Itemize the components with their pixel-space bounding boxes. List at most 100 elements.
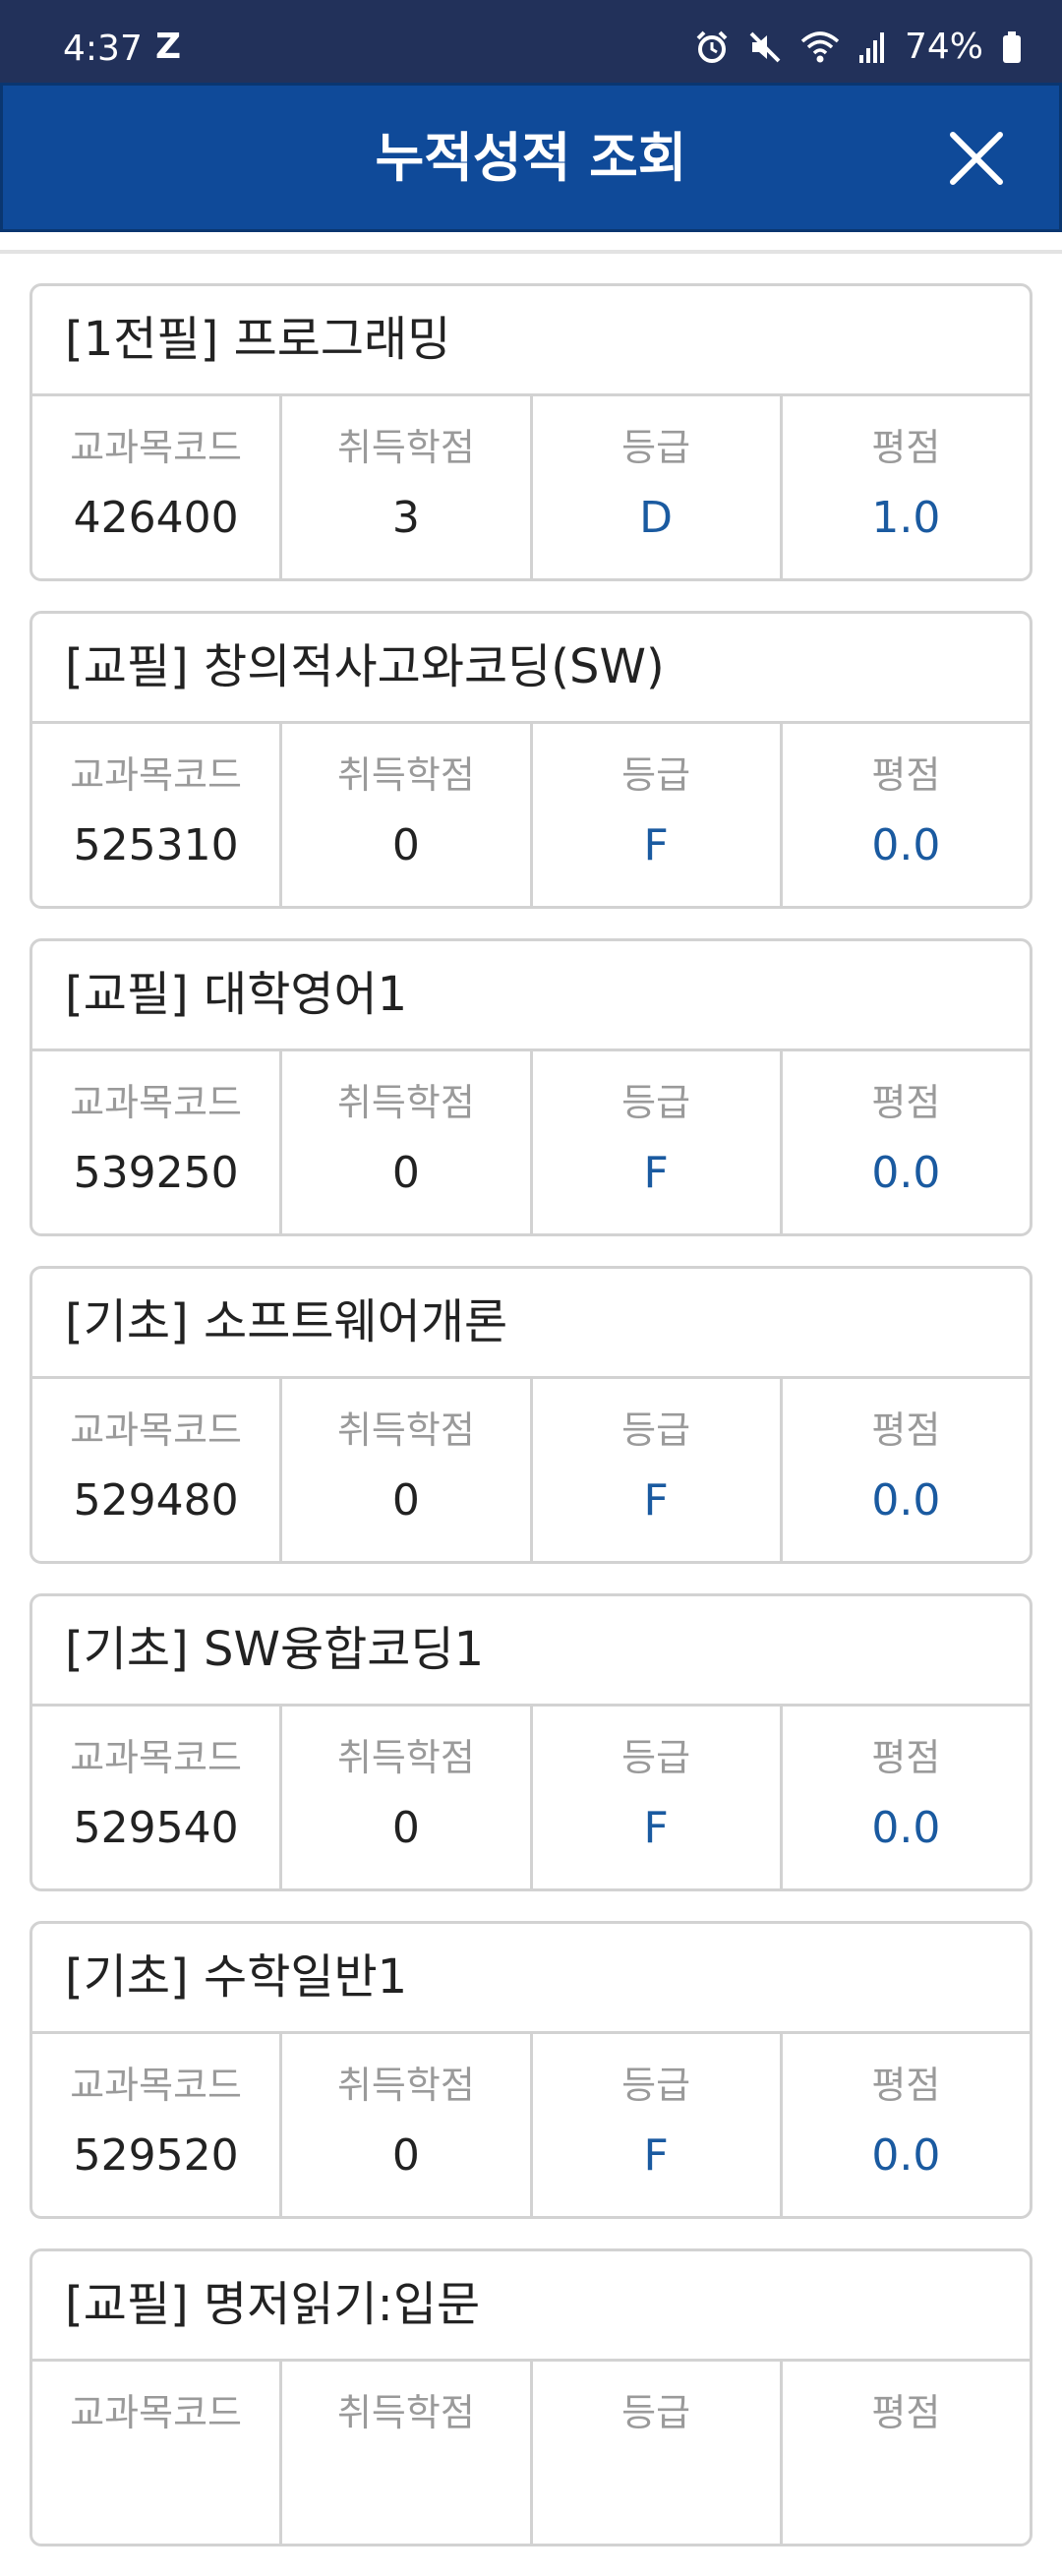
z-notification-icon: Z <box>155 27 182 67</box>
course-title: [1전필] 프로그래밍 <box>32 286 1030 396</box>
wifi-icon <box>800 31 840 63</box>
course-grade: F <box>643 2130 669 2181</box>
course-card: [기초] 소프트웨어개론 교과목코드 529480 취득학점 0 등급 F 평점… <box>30 1266 1032 1564</box>
course-code: 529540 <box>73 1803 239 1853</box>
stat-label-credits: 취득학점 <box>336 753 475 797</box>
stat-credits: 취득학점 0 <box>282 724 533 906</box>
course-code: 426400 <box>73 493 239 543</box>
stat-label-gpa: 평점 <box>871 1081 941 1124</box>
battery-percent: 74% <box>904 27 983 67</box>
stat-label-credits: 취득학점 <box>336 1408 475 1452</box>
alarm-icon <box>696 30 728 63</box>
course-title: [교필] 대학영어1 <box>32 941 1030 1051</box>
stat-gpa: 평점 0.0 <box>783 2034 1030 2216</box>
course-stats: 교과목코드 529480 취득학점 0 등급 F 평점 0.0 <box>32 1379 1030 1561</box>
status-icons: 74% <box>694 26 1023 69</box>
stat-label-gpa: 평점 <box>871 2391 941 2434</box>
stat-grade: 등급 F <box>533 1051 783 1233</box>
course-title: [기초] SW융합코딩1 <box>32 1596 1030 1707</box>
stat-label-credits: 취득학점 <box>336 1081 475 1124</box>
stat-gpa: 평점 0.0 <box>783 1379 1030 1561</box>
stat-credits: 취득학점 0 <box>282 1379 533 1561</box>
signal-icon <box>858 32 884 63</box>
stat-gpa: 평점 1.0 <box>783 396 1030 578</box>
status-time: 4:37 <box>63 29 143 69</box>
course-credits: 0 <box>391 1803 420 1853</box>
course-credits: 0 <box>391 1475 420 1526</box>
course-card: [1전필] 프로그래밍 교과목코드 426400 취득학점 3 등급 D 평점 … <box>30 283 1032 581</box>
course-title: [기초] 소프트웨어개론 <box>32 1269 1030 1379</box>
stat-label-code: 교과목코드 <box>70 2391 243 2434</box>
stat-code: 교과목코드 426400 <box>32 396 283 578</box>
header-divider <box>0 250 1062 254</box>
status-bar: 4:37 Z 74% <box>0 0 1062 83</box>
course-title: [교필] 창의적사고와코딩(SW) <box>32 614 1030 724</box>
stat-label-code: 교과목코드 <box>70 1081 243 1124</box>
course-card: [기초] 수학일반1 교과목코드 529520 취득학점 0 등급 F 평점 0… <box>30 1921 1032 2219</box>
app-header: 누적성적 조회 <box>0 83 1062 232</box>
stat-grade: 등급 F <box>533 2034 783 2216</box>
stat-grade: 등급 <box>533 2362 783 2544</box>
course-stats: 교과목코드 426400 취득학점 3 등급 D 평점 1.0 <box>32 396 1030 578</box>
stat-gpa: 평점 0.0 <box>783 1051 1030 1233</box>
stat-credits: 취득학점 <box>282 2362 533 2544</box>
course-code: 539250 <box>73 1148 239 1198</box>
stat-credits: 취득학점 0 <box>282 1051 533 1233</box>
stat-label-grade: 등급 <box>621 1081 691 1124</box>
stat-label-grade: 등급 <box>621 1736 691 1779</box>
stat-label-grade: 등급 <box>621 753 691 797</box>
course-card: [교필] 대학영어1 교과목코드 539250 취득학점 0 등급 F 평점 0… <box>30 938 1032 1236</box>
course-gpa: 1.0 <box>871 493 941 543</box>
mute-icon <box>749 31 781 63</box>
stat-label-grade: 등급 <box>621 426 691 469</box>
course-gpa: 0.0 <box>871 820 941 870</box>
course-credits: 0 <box>391 1148 420 1198</box>
stat-grade: 등급 F <box>533 1379 783 1561</box>
stat-gpa: 평점 0.0 <box>783 724 1030 906</box>
stat-label-credits: 취득학점 <box>336 1736 475 1779</box>
course-grade: D <box>639 493 674 543</box>
course-credits: 3 <box>391 493 420 543</box>
course-stats: 교과목코드 529540 취득학점 0 등급 F 평점 0.0 <box>32 1707 1030 1888</box>
stat-label-credits: 취득학점 <box>336 2391 475 2434</box>
stat-code: 교과목코드 529480 <box>32 1379 283 1561</box>
stat-label-credits: 취득학점 <box>336 2064 475 2107</box>
stat-label-credits: 취득학점 <box>336 426 475 469</box>
course-grade: F <box>643 1803 669 1853</box>
course-credits: 0 <box>391 2130 420 2181</box>
stat-gpa: 평점 0.0 <box>783 1707 1030 1888</box>
stat-code: 교과목코드 <box>32 2362 283 2544</box>
course-title: [교필] 명저읽기:입문 <box>32 2251 1030 2362</box>
stat-label-gpa: 평점 <box>871 1736 941 1779</box>
course-code: 529520 <box>73 2130 239 2181</box>
battery-icon <box>1003 31 1021 63</box>
course-stats: 교과목코드 취득학점 등급 평점 <box>32 2362 1030 2544</box>
stat-label-grade: 등급 <box>621 1408 691 1452</box>
course-stats: 교과목코드 539250 취득학점 0 등급 F 평점 0.0 <box>32 1051 1030 1233</box>
stat-label-gpa: 평점 <box>871 2064 941 2107</box>
course-grade: F <box>643 1148 669 1198</box>
stat-label-gpa: 평점 <box>871 1408 941 1452</box>
course-grade: F <box>643 1475 669 1526</box>
stat-label-code: 교과목코드 <box>70 2064 243 2107</box>
stat-credits: 취득학점 3 <box>282 396 533 578</box>
course-gpa: 0.0 <box>871 1148 941 1198</box>
close-icon[interactable] <box>945 127 1008 190</box>
stat-label-code: 교과목코드 <box>70 1736 243 1779</box>
course-card: [기초] SW융합코딩1 교과목코드 529540 취득학점 0 등급 F 평점… <box>30 1593 1032 1891</box>
course-gpa: 0.0 <box>871 2130 941 2181</box>
course-grade: F <box>643 820 669 870</box>
course-gpa: 0.0 <box>871 1475 941 1526</box>
stat-code: 교과목코드 525310 <box>32 724 283 906</box>
course-code: 529480 <box>73 1475 239 1526</box>
stat-grade: 등급 F <box>533 724 783 906</box>
stat-label-code: 교과목코드 <box>70 426 243 469</box>
stat-label-code: 교과목코드 <box>70 1408 243 1452</box>
stat-label-grade: 등급 <box>621 2064 691 2107</box>
course-list: [1전필] 프로그래밍 교과목코드 426400 취득학점 3 등급 D 평점 … <box>30 283 1032 2576</box>
stat-code: 교과목코드 529520 <box>32 2034 283 2216</box>
stat-label-grade: 등급 <box>621 2391 691 2434</box>
stat-label-gpa: 평점 <box>871 426 941 469</box>
stat-grade: 등급 D <box>533 396 783 578</box>
stat-credits: 취득학점 0 <box>282 1707 533 1888</box>
